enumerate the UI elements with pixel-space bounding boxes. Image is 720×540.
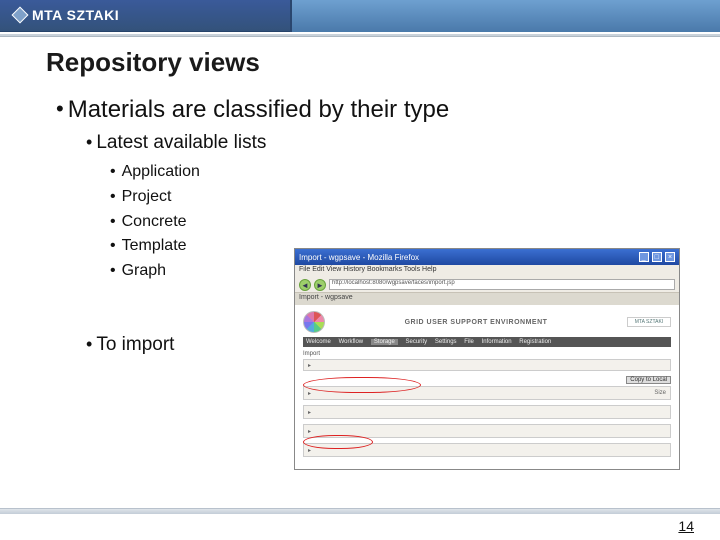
browser-toolbar: ◄ ► http://localhost:8080/wgpsave/faces/… (295, 277, 679, 293)
mta-badge: MTA SZTAKI (627, 317, 671, 327)
back-icon: ◄ (299, 279, 311, 291)
copy-button: Copy to Local (626, 376, 671, 384)
window-title-text: Import - wgpsave - Mozilla Firefox (299, 253, 419, 262)
table-row: ▸Size (303, 386, 671, 400)
browser-tab: Import - wgpsave (295, 293, 679, 305)
table-row: ▸ (303, 359, 671, 371)
bullet-dot-icon: • (56, 96, 64, 121)
slide-title: Repository views (46, 47, 720, 78)
table-row: ▸ (303, 424, 671, 438)
bullet-dot-icon: • (110, 163, 116, 180)
list-item: •Project (110, 185, 720, 210)
header-rule (0, 34, 720, 37)
list-item: •Application (110, 160, 720, 185)
window-titlebar: Import - wgpsave - Mozilla Firefox _ □ × (295, 249, 679, 265)
bullet-dot-icon: • (110, 213, 116, 230)
header-stripe (290, 0, 720, 32)
page-body: GRID USER SUPPORT ENVIRONMENT MTA SZTAKI… (295, 305, 679, 469)
guse-logo-icon (303, 311, 325, 333)
logo-text: MTA SZTAKI (32, 7, 119, 23)
maximize-icon: □ (652, 252, 662, 262)
bullet-level2: •Latest available lists (86, 132, 720, 154)
close-icon: × (665, 252, 675, 262)
header-bar: MTA SZTAKI (0, 0, 720, 32)
nav-row: Welcome Workflow Storage Security Settin… (303, 337, 671, 347)
list-item: •Concrete (110, 210, 720, 235)
url-bar: http://localhost:8080/wgpsave/faces/impo… (329, 279, 675, 290)
embedded-screenshot: Import - wgpsave - Mozilla Firefox _ □ ×… (294, 248, 680, 470)
table-row: ▸ (303, 443, 671, 457)
footer-rule (0, 508, 720, 514)
window-controls: _ □ × (638, 252, 675, 262)
bullet-dot-icon: • (110, 188, 116, 205)
bullet-level1: •Materials are classified by their type (56, 96, 720, 124)
page-number: 14 (678, 518, 694, 534)
bullet-dot-icon: • (110, 237, 116, 254)
browser-menubar: File Edit View History Bookmarks Tools H… (295, 265, 679, 277)
table-row: ▸ (303, 405, 671, 419)
bullet-dot-icon: • (110, 262, 116, 279)
minimize-icon: _ (639, 252, 649, 262)
bullet-dot-icon: • (86, 132, 92, 152)
slide: MTA SZTAKI Repository views •Materials a… (0, 0, 720, 540)
logo-mark-icon (12, 7, 29, 24)
guse-title: GRID USER SUPPORT ENVIRONMENT (405, 319, 548, 326)
forward-icon: ► (314, 279, 326, 291)
logo: MTA SZTAKI (14, 7, 119, 23)
bullet-dot-icon: • (86, 334, 92, 354)
section-label: Import (303, 351, 671, 357)
guse-header: GRID USER SUPPORT ENVIRONMENT MTA SZTAKI (303, 311, 671, 333)
